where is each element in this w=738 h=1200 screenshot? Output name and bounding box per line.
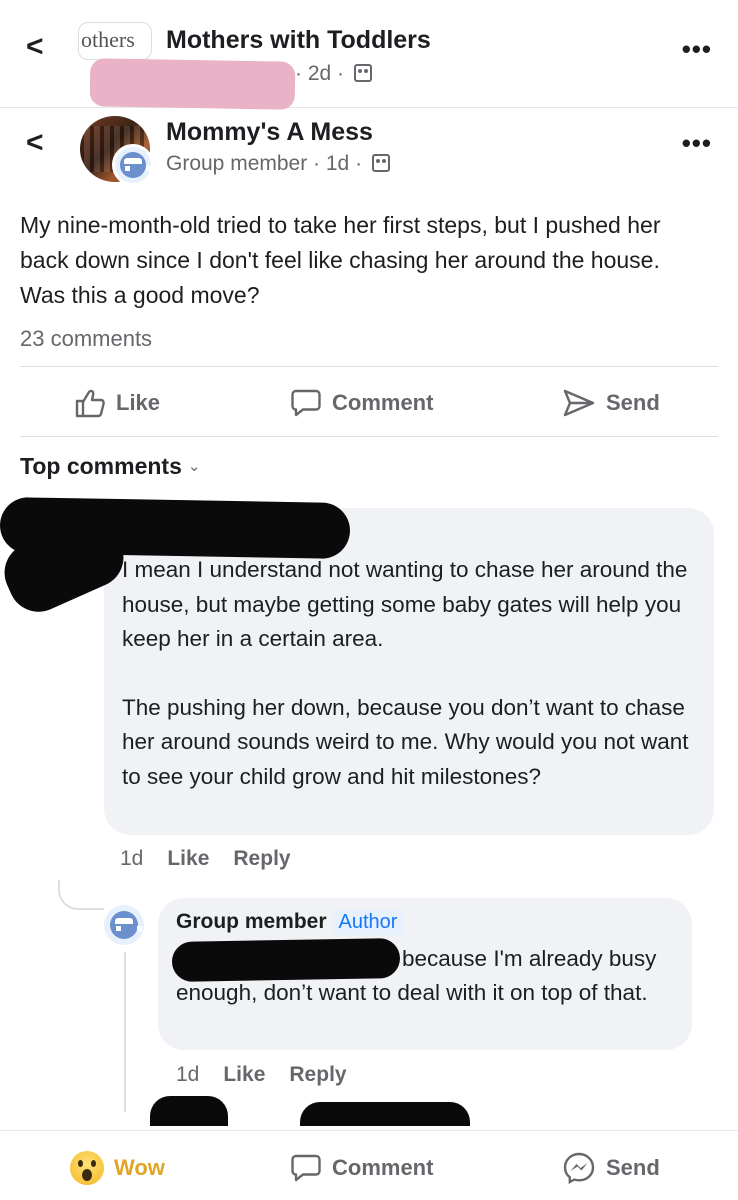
redaction-mark [300,1102,470,1126]
group-post-meta: · 2d · [295,62,372,86]
comment-text: I mean I understand not wanting to chase… [122,553,702,794]
reply-meta-row: 1d Like Reply [176,1063,347,1087]
divider [20,366,718,367]
messenger-icon [563,1152,595,1185]
post-more-options-icon[interactable]: ••• [682,128,712,159]
redaction-mark [150,1096,228,1126]
comment-bubble-icon [291,1154,321,1182]
anonymous-member-icon[interactable] [104,905,144,945]
redaction-mark [89,58,296,110]
bottom-action-bar: Wow Comment Send [0,1130,738,1200]
group-members-icon [371,154,390,172]
reply-author: Group member Author [176,910,404,935]
group-members-icon [353,64,372,82]
comment-bubble-icon [291,389,321,417]
post-text: My nine-month-old tried to take her firs… [20,212,661,308]
reply-time: 1d [176,1063,200,1086]
post-author-name[interactable]: Mommy's A Mess [166,118,373,147]
comment-like-link[interactable]: Like [167,847,209,871]
send-arrow-icon [563,389,595,417]
comment-count[interactable]: 23 comments [20,326,152,352]
thread-connector [124,952,126,1112]
comment-paragraph: I mean I understand not wanting to chase… [122,557,688,651]
post-back-chevron-icon[interactable]: < [26,126,44,160]
reply-text: because I'm already busy enough, don’t w… [176,946,657,1005]
like-label: Like [116,390,161,415]
group-name[interactable]: Mothers with Toddlers [166,26,431,55]
bottom-send-button[interactable]: Send [562,1145,660,1191]
bottom-comment-label: Comment [332,1155,434,1180]
chevron-down-icon: ⌄ [187,458,201,475]
post-action-bar: Like Comment Send [0,380,738,426]
wow-label: Wow [114,1155,165,1180]
post-author-meta: Group member · 1d · [166,152,390,176]
bottom-comment-button[interactable]: Comment [290,1145,433,1191]
wow-reaction-icon [70,1151,104,1185]
top-comments-filter[interactable]: Top comments ⌄ [20,453,200,480]
comment-meta-row: 1d Like Reply [120,847,291,871]
divider [20,436,718,437]
reply-author-name[interactable]: Group member [176,910,327,933]
comment-button[interactable]: Comment [290,380,433,426]
more-options-icon[interactable]: ••• [682,34,712,65]
send-button[interactable]: Send [562,380,660,426]
like-button[interactable]: Like [74,380,160,426]
comment-label: Comment [332,390,434,415]
comment-paragraph: The pushing her down, because you don’t … [122,694,689,789]
back-chevron-icon[interactable]: < [26,30,44,64]
top-comments-label: Top comments [20,453,182,479]
group-thumbnail[interactable]: others [78,22,152,60]
comment-reply-link[interactable]: Reply [233,847,290,871]
anonymous-member-icon [112,144,154,186]
thread-connector [58,880,104,910]
group-post-time: · 2d · [295,62,345,85]
send-label: Send [606,390,660,415]
author-badge: Author [332,910,404,935]
group-thumbnail-text: others [81,27,135,52]
like-thumb-icon [75,389,105,418]
bottom-send-label: Send [606,1155,660,1180]
reply-like-link[interactable]: Like [223,1063,265,1087]
post-meta-text: Group member · 1d · [166,152,363,175]
wow-reaction-button[interactable]: Wow [70,1145,165,1191]
reply-reply-link[interactable]: Reply [289,1063,346,1087]
comment-time: 1d [120,847,144,870]
group-header: < others Mothers with Toddlers · 2d · ••… [0,0,738,110]
